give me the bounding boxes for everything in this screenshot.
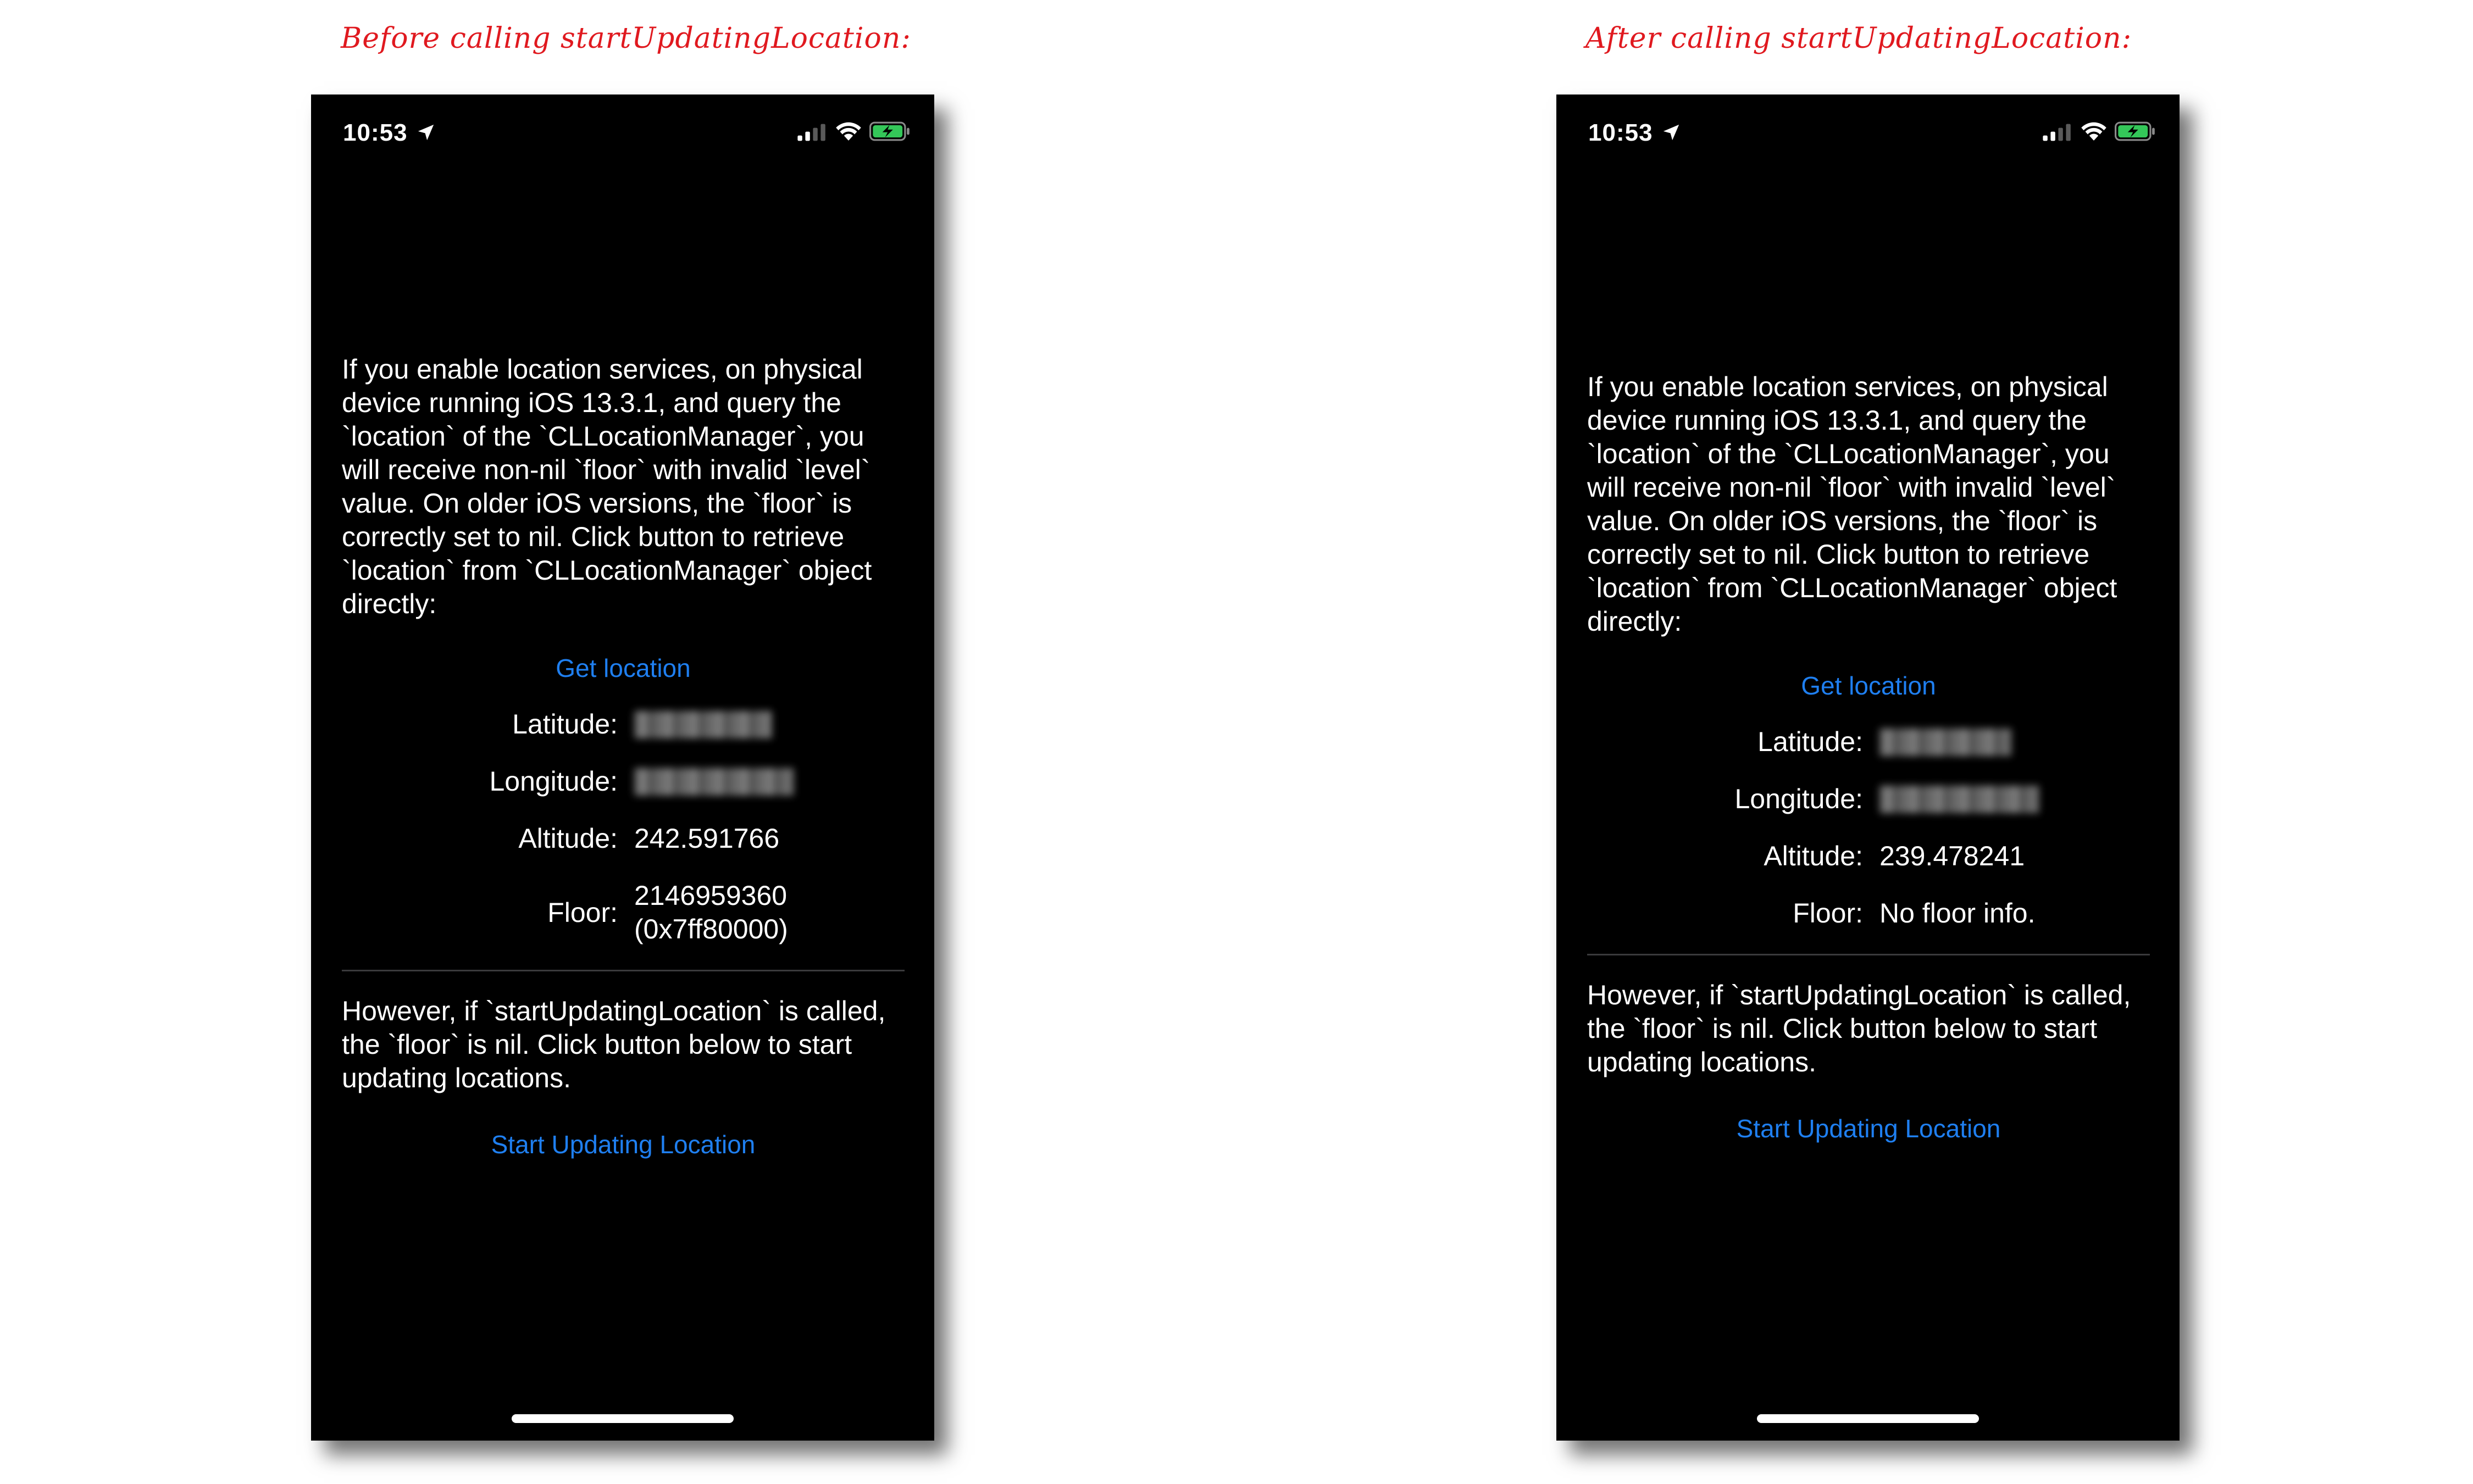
get-location-button[interactable]: Get location: [1587, 669, 2150, 702]
battery-charging-icon: [2115, 121, 2155, 141]
location-arrow-icon: [1663, 124, 1679, 141]
outro-text: However, if `startUpdatingLocation` is c…: [342, 996, 894, 1093]
wifi-icon: [2081, 122, 2106, 141]
latitude-row: Latitude:: [342, 708, 905, 741]
start-updating-location-button[interactable]: Start Updating Location: [342, 1128, 905, 1161]
get-location-button[interactable]: Get location: [342, 652, 905, 685]
latitude-row: Latitude:: [1587, 725, 2150, 759]
main-content: If you enable location services, on phys…: [1587, 370, 2150, 1145]
altitude-value: 239.478241: [1879, 841, 2025, 871]
longitude-value-redacted: [634, 768, 794, 796]
longitude-label: Longitude:: [489, 766, 618, 797]
status-time: 10:53: [343, 119, 408, 146]
phone-screen-after: 10:53 If you enable location services, o…: [1556, 95, 2180, 1441]
altitude-value: 242.591766: [634, 823, 780, 854]
longitude-row: Longitude:: [342, 765, 905, 798]
intro-text: If you enable location services, on phys…: [1587, 371, 2125, 637]
altitude-label: Altitude:: [1764, 841, 1863, 871]
latitude-label: Latitude:: [512, 709, 618, 740]
floor-label: Floor:: [547, 897, 618, 928]
longitude-value-redacted: [1879, 786, 2039, 813]
floor-row: Floor: No floor info.: [1587, 897, 2150, 930]
home-indicator[interactable]: [1757, 1414, 1979, 1423]
cellular-signal-icon: [2043, 124, 2071, 141]
status-bar: 10:53: [1556, 95, 2180, 171]
latitude-value-redacted: [634, 711, 772, 738]
battery-charging-icon: [869, 121, 910, 141]
wifi-icon: [836, 122, 861, 141]
longitude-label: Longitude:: [1734, 783, 1863, 814]
latitude-label: Latitude:: [1757, 726, 1863, 757]
altitude-row: Altitude: 242.591766: [342, 822, 905, 855]
location-details: Latitude: Longitude: Altitude: 242.59176…: [342, 708, 905, 946]
divider: [1587, 954, 2150, 955]
outro-text: However, if `startUpdatingLocation` is c…: [1587, 980, 2139, 1077]
longitude-row: Longitude:: [1587, 782, 2150, 816]
floor-value: No floor info.: [1879, 898, 2036, 929]
start-updating-location-button[interactable]: Start Updating Location: [1587, 1112, 2150, 1145]
altitude-row: Altitude: 239.478241: [1587, 840, 2150, 873]
status-bar: 10:53: [311, 95, 934, 171]
location-arrow-icon: [418, 124, 434, 141]
divider: [342, 970, 905, 971]
phone-screen-before: 10:53 If you enable location services, o…: [311, 95, 934, 1441]
status-time: 10:53: [1588, 119, 1653, 146]
altitude-label: Altitude:: [518, 823, 618, 854]
intro-text: If you enable location services, on phys…: [342, 354, 880, 619]
home-indicator[interactable]: [512, 1414, 734, 1423]
floor-label: Floor:: [1793, 898, 1863, 929]
cellular-signal-icon: [797, 124, 825, 141]
location-details: Latitude: Longitude: Altitude: 239.47824…: [1587, 725, 2150, 930]
caption-after: After calling startUpdatingLocation:: [1585, 22, 2132, 55]
floor-value: 2146959360 (0x7ff80000): [634, 880, 788, 944]
main-content: If you enable location services, on phys…: [342, 353, 905, 1161]
floor-row: Floor: 2146959360 (0x7ff80000): [342, 879, 905, 946]
caption-before: Before calling startUpdatingLocation:: [341, 22, 911, 55]
latitude-value-redacted: [1879, 729, 2011, 756]
